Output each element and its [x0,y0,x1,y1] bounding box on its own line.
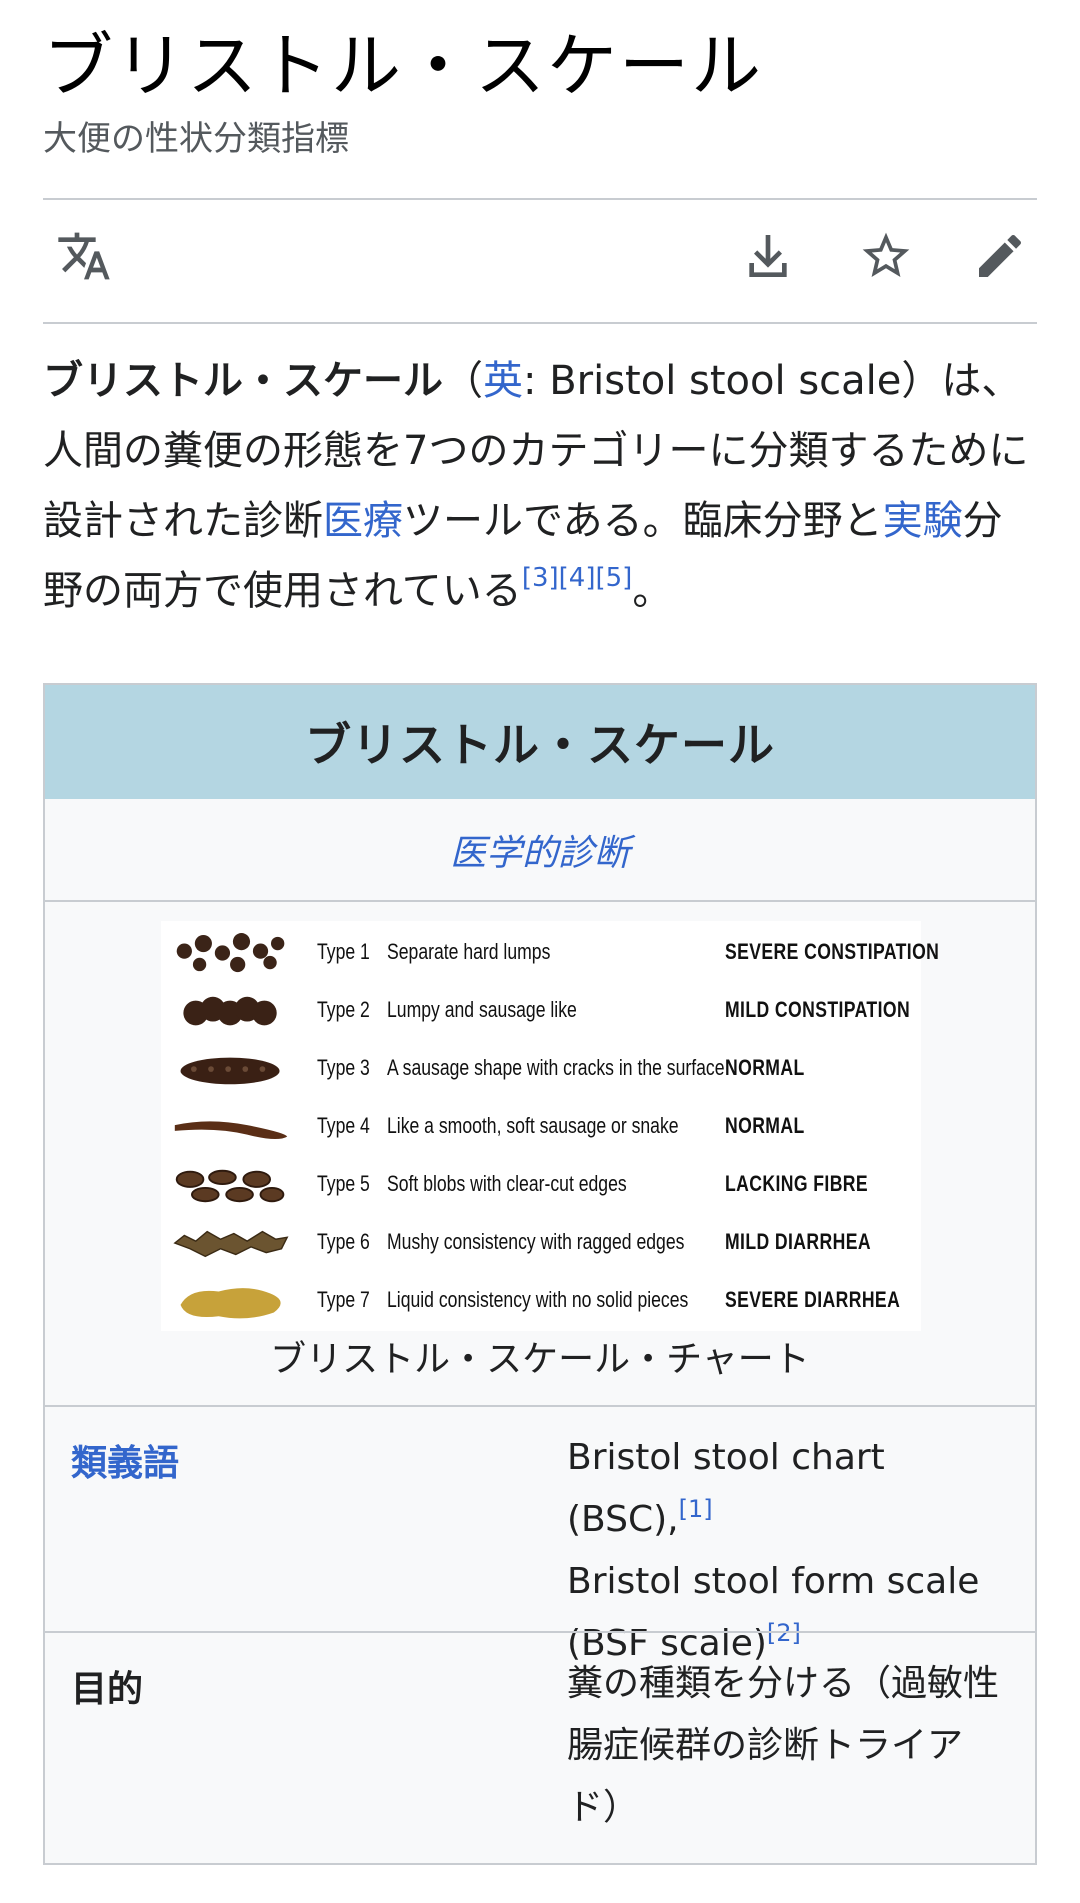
stool-type-illustration [174,1121,288,1140]
chart-type-category: SEVERE CONSTIPATION [725,939,940,964]
chart-type-description: Soft blobs with clear-cut edges [387,1171,627,1196]
chart-type-label: Type 6 [317,1229,370,1254]
synonym-2: Bristol stool form scale [567,1561,980,1602]
chart-type-category: SEVERE DIARRHEA [725,1287,901,1312]
chart-row: Type 3 A sausage shape with cracks in the… [161,1041,921,1099]
infobox: ブリストル・スケール 医学的診断 Type 1 Separate hard lum… [43,683,1037,1865]
ref-5[interactable]: [5] [596,563,633,593]
watch-button[interactable] [854,224,918,288]
infobox-category-link[interactable]: 医学的診断 [45,799,1035,902]
chart-type-description: Mushy consistency with ragged edges [387,1229,685,1254]
chart-type-label: Type 5 [317,1171,370,1196]
edit-button[interactable] [968,224,1032,288]
chart-type-label: Type 2 [317,997,370,1022]
chart-type-category: NORMAL [725,1113,805,1138]
chart-type-label: Type 7 [317,1287,370,1312]
download-icon [749,235,787,277]
chart-type-label: Type 4 [317,1113,370,1138]
chart-row: Type 1 Separate hard lumps SEVERE CONSTIPA… [161,925,939,983]
chart-type-description: Lumpy and sausage like [387,997,577,1022]
chart-caption: ブリストル・スケール・チャート [270,1339,810,1380]
chart-type-description: Separate hard lumps [387,939,551,964]
page-subtitle: 大便の性状分類指標 [43,119,349,159]
chart-type-label: Type 1 [317,939,370,964]
chart-type-description: A sausage shape with cracks in the surfa… [387,1055,725,1080]
row-divider [45,1631,1035,1633]
ref-3[interactable]: [3] [522,563,559,593]
chart-type-description: Like a smooth, soft sausage or snake [387,1113,679,1138]
chart-row: Type 6 Mushy consistency with ragged edge… [161,1215,921,1273]
pencil-icon [979,234,1022,277]
link-english[interactable]: 英 [483,358,523,404]
page-title: ブリストル・スケール [43,25,763,107]
row-divider [45,1405,1035,1407]
chart-row: Type 4 Like a smooth, soft sausage or sna… [161,1099,921,1157]
stool-type-illustration [183,996,277,1026]
language-button[interactable] [52,224,116,288]
stool-type-illustration [180,1288,281,1319]
star-icon [862,232,910,277]
chart-type-label: Type 3 [317,1055,370,1080]
chart-row: Type 2 Lumpy and sausage like MILD CONSTIP… [161,983,921,1041]
translate-icon [58,232,110,280]
lead-english-name: : Bristol stool scale [523,358,902,404]
chart-row: Type 7 Liquid consistency with no solid p… [161,1273,921,1331]
chart-type-category: LACKING FIBRE [725,1171,869,1196]
purpose-value: 糞の種類を分ける（過敏性腸症候群の診断トライアド） [567,1663,1000,1828]
chart-type-description: Liquid consistency with no solid pieces [387,1287,689,1312]
lead-text: 。 [632,568,673,614]
ref-2[interactable]: [2] [767,1619,801,1647]
lead-paragraph: ブリストル・スケール（英: Bristol stool scale）は、人間の糞… [43,346,1041,626]
chart-type-category: NORMAL [725,1055,805,1080]
synonyms-value: Bristol stool chart (BSC),[1] Bristol st… [567,1427,1007,1675]
download-button[interactable] [736,224,800,288]
chart-row: Type 5 Soft blobs with clear-cut edges LAC… [161,1157,921,1215]
chart-type-category: MILD DIARRHEA [725,1229,871,1254]
chart-type-category: MILD CONSTIPATION [725,997,911,1022]
purpose-label: 目的 [71,1669,144,1710]
stool-type-illustration [175,1169,285,1203]
synonyms-label[interactable]: 類義語 [71,1439,179,1489]
lead-text: （ [443,358,483,404]
stool-type-illustration [180,1057,280,1085]
lead-text: ツールである。臨床分野と [403,498,883,544]
synonym-1: Bristol stool chart (BSC), [567,1437,885,1540]
stool-type-illustration [176,933,285,973]
ref-1[interactable]: [1] [679,1495,713,1523]
infobox-header: ブリストル・スケール [45,685,1035,799]
lead-bold-title: ブリストル・スケール [43,358,443,404]
ref-4[interactable]: [4] [559,563,596,593]
link-medicine[interactable]: 医療 [323,498,403,544]
stool-type-illustration [173,1230,289,1258]
header-divider-top [43,198,1037,200]
link-experiment[interactable]: 実験 [883,498,963,544]
bristol-chart-image[interactable]: Type 1 Separate hard lumps SEVERE CONSTIPA… [161,921,939,1331]
header-divider-bottom [43,322,1037,324]
